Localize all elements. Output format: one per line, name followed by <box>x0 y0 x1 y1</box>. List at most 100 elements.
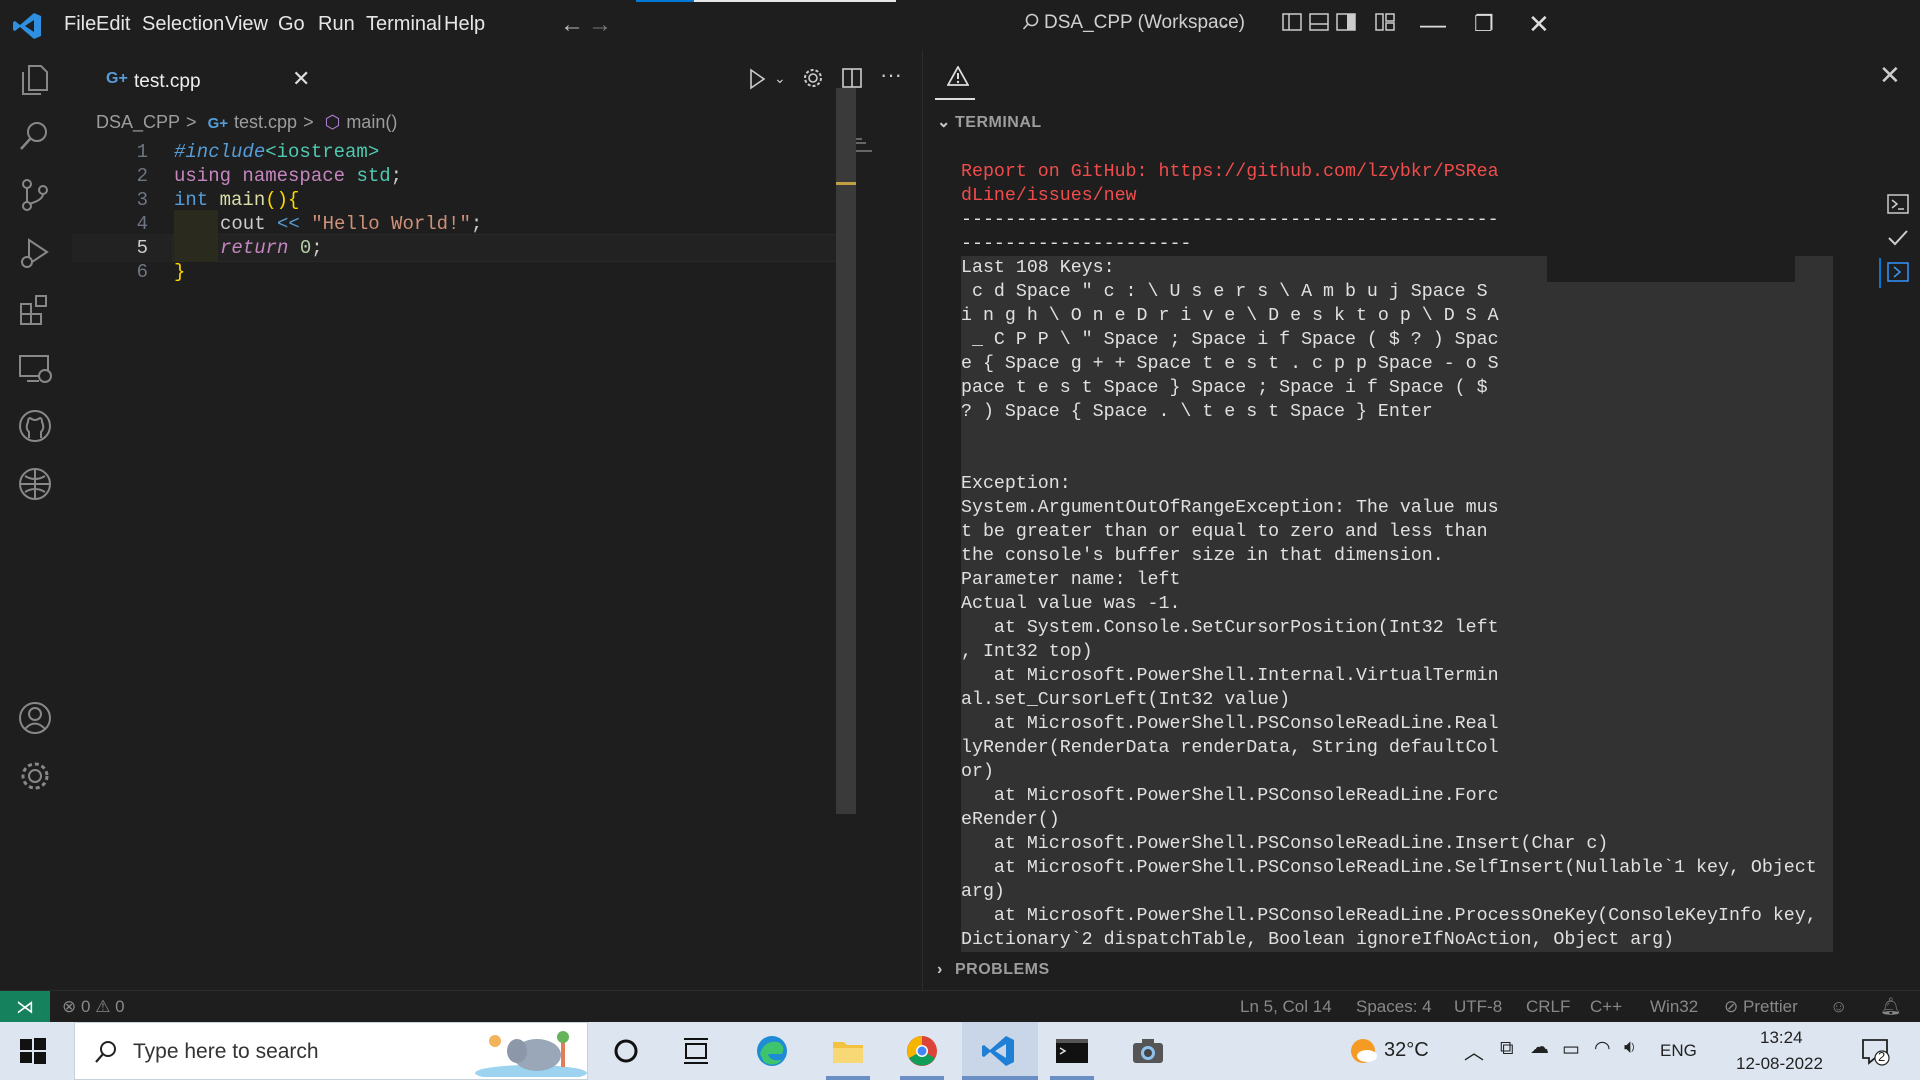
account-icon[interactable] <box>15 698 55 738</box>
remote-indicator[interactable]: ⋊ <box>0 991 50 1023</box>
system-tray: 32°C ︿ ⧉ ☁ ▭ ◠ 🔉︎ ENG 13:24 12-08-2022 2 <box>1340 1022 1920 1080</box>
token-operator: << <box>277 213 300 235</box>
live-share-icon[interactable] <box>15 464 55 504</box>
camera-app-icon[interactable] <box>1130 1034 1166 1068</box>
volume-icon[interactable]: 🔉︎ <box>1624 1037 1636 1059</box>
search-placeholder: Type here to search <box>133 1040 319 1063</box>
more-actions-icon[interactable]: ··· <box>880 62 902 88</box>
prettier-status[interactable]: ⊘ Prettier <box>1724 997 1798 1017</box>
meet-now-icon[interactable]: ⧉ <box>1500 1038 1514 1060</box>
toggle-secondary-sidebar-icon[interactable] <box>1336 13 1356 31</box>
github-icon[interactable] <box>15 406 55 446</box>
run-debug-icon[interactable] <box>15 232 55 272</box>
menu-help[interactable]: Help <box>444 13 485 36</box>
run-code-icon[interactable] <box>748 68 766 90</box>
token-include: #include <box>174 141 266 163</box>
active-panel-indicator <box>935 98 975 100</box>
notification-center-icon[interactable] <box>1860 1036 1890 1066</box>
token-type: int <box>174 189 209 211</box>
task-view-icon[interactable] <box>678 1034 714 1068</box>
cpp-file-icon: G+ <box>207 115 229 132</box>
command-center-highlight <box>694 0 896 2</box>
warning-icon[interactable] <box>947 66 969 86</box>
menu-terminal[interactable]: Terminal <box>366 13 442 36</box>
customize-layout-icon[interactable] <box>1375 13 1395 31</box>
search-icon <box>95 1041 116 1063</box>
menu-edit[interactable]: Edit <box>96 13 130 36</box>
chrome-browser-icon[interactable] <box>904 1034 940 1068</box>
run-options-chevron-icon[interactable]: ⌄ <box>774 70 786 87</box>
explorer-icon[interactable] <box>15 56 55 96</box>
close-window-icon[interactable]: ✕ <box>1528 9 1550 40</box>
forward-arrow-icon[interactable]: → <box>588 11 612 39</box>
tab-test-cpp[interactable]: G+ test.cpp ✕ <box>86 50 326 108</box>
title-bar: File Edit Selection View Go Run Terminal… <box>0 0 1920 50</box>
problems-section-header[interactable]: › PROBLEMS <box>937 961 1050 979</box>
gear-icon[interactable] <box>15 756 55 796</box>
battery-icon[interactable]: ▭ <box>1562 1038 1580 1061</box>
restore-icon[interactable]: ❐ <box>1474 11 1494 37</box>
menu-go[interactable]: Go <box>278 13 305 36</box>
clock-time[interactable]: 13:24 <box>1760 1028 1803 1048</box>
platform[interactable]: Win32 <box>1650 997 1698 1017</box>
line-number: 6 <box>136 261 148 283</box>
weather-icon[interactable] <box>1348 1036 1378 1066</box>
toggle-panel-icon[interactable] <box>1309 13 1329 31</box>
feedback-icon[interactable]: ☺ <box>1830 997 1847 1017</box>
error-icon: ⊗ <box>62 997 77 1016</box>
cortana-icon[interactable] <box>608 1034 644 1068</box>
token-function: main <box>208 189 266 211</box>
breadcrumb-symbol[interactable]: main() <box>346 112 397 132</box>
token-punct: ; <box>311 237 323 259</box>
end-of-line[interactable]: CRLF <box>1526 997 1570 1017</box>
terminal-output[interactable]: Report on GitHub: https://github.com/lzy… <box>961 160 1873 950</box>
vscode-taskbar-icon[interactable] <box>980 1034 1016 1068</box>
windows-start-icon[interactable] <box>18 1036 48 1066</box>
breadcrumb-file[interactable]: test.cpp <box>234 112 297 132</box>
terminal-instance-icon[interactable] <box>1887 194 1909 214</box>
breadcrumb-root[interactable]: DSA_CPP <box>96 112 180 132</box>
active-terminal-indicator <box>1879 258 1881 288</box>
temperature[interactable]: 32°C <box>1384 1039 1429 1062</box>
edge-browser-icon[interactable] <box>754 1034 790 1068</box>
language-mode[interactable]: C++ <box>1590 997 1622 1017</box>
wifi-icon[interactable]: ◠ <box>1594 1037 1611 1060</box>
close-panel-icon[interactable]: ✕ <box>1879 60 1901 91</box>
command-center[interactable]: DSA_CPP (Workspace) <box>1022 12 1245 34</box>
onedrive-icon[interactable]: ☁ <box>1530 1036 1549 1059</box>
menu-run[interactable]: Run <box>318 13 355 36</box>
source-control-icon[interactable] <box>15 174 55 214</box>
menu-file[interactable]: File <box>64 13 96 36</box>
terminal-instance-icon[interactable] <box>1887 262 1909 282</box>
cursor-position[interactable]: Ln 5, Col 14 <box>1240 997 1332 1017</box>
split-editor-icon[interactable] <box>842 68 862 88</box>
back-arrow-icon[interactable]: ← <box>560 11 584 39</box>
minimize-icon[interactable]: — <box>1420 9 1446 40</box>
check-icon[interactable] <box>1887 228 1909 248</box>
scrollbar-cursor-marker <box>836 182 856 185</box>
editor-scrollbar[interactable] <box>836 88 856 814</box>
clock-date[interactable]: 12-08-2022 <box>1736 1054 1823 1074</box>
encoding[interactable]: UTF-8 <box>1454 997 1502 1017</box>
close-tab-icon[interactable]: ✕ <box>292 66 310 92</box>
toggle-primary-sidebar-icon[interactable] <box>1282 13 1302 31</box>
terminal-app-icon[interactable] <box>1054 1034 1090 1068</box>
input-language[interactable]: ENG <box>1660 1041 1697 1061</box>
chevron-down-icon[interactable]: ⌄ <box>1216 12 1231 33</box>
menu-view[interactable]: View <box>225 13 268 36</box>
chevron-up-icon[interactable]: ︿ <box>1464 1036 1484 1065</box>
terminal-section-header[interactable]: ⌄ TERMINAL <box>937 112 1042 132</box>
workspace-title: DSA_CPP (Workspace) <box>1044 12 1245 33</box>
gear-icon[interactable] <box>802 67 824 89</box>
indentation[interactable]: Spaces: 4 <box>1356 997 1432 1017</box>
file-explorer-icon[interactable] <box>830 1034 866 1068</box>
extensions-icon[interactable] <box>15 290 55 330</box>
bell-icon[interactable]: 🔔︎ <box>1880 997 1902 1017</box>
search-icon[interactable] <box>15 116 55 156</box>
vscode-logo-icon[interactable] <box>12 12 42 40</box>
problems-count[interactable]: ⊗ 0 ⚠ 0 <box>62 997 125 1017</box>
taskbar-search-box[interactable]: Type here to search <box>74 1022 588 1080</box>
remote-explorer-icon[interactable] <box>15 348 55 388</box>
menu-selection[interactable]: Selection <box>142 13 224 36</box>
